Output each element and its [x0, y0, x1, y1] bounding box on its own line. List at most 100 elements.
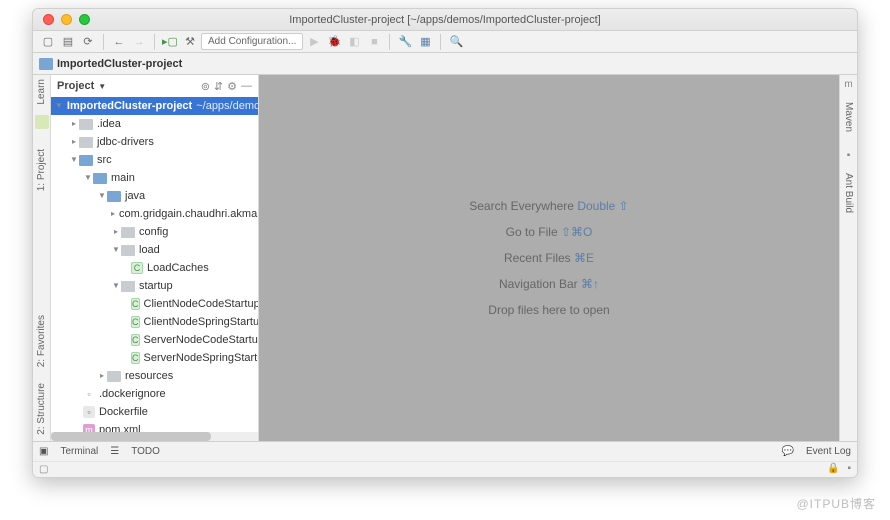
tree-item[interactable]: C ServerNodeSpringStartup — [51, 349, 258, 367]
tree-root-selected[interactable]: ▼ ImportedCluster-project ~/apps/demos/I… — [51, 97, 258, 115]
tree-label: .dockerignore — [99, 385, 166, 403]
breadcrumb-project[interactable]: ImportedCluster-project — [57, 58, 182, 70]
file-icon: ▫ — [83, 406, 95, 418]
tab-todo[interactable]: TODO — [131, 446, 160, 457]
hide-icon[interactable]: — — [241, 80, 252, 92]
learn-icon[interactable] — [35, 115, 49, 129]
tree-item[interactable]: ▸.idea — [51, 115, 258, 133]
main-area: Learn 1: Project Project ▼ ⊚ ⇵ ⚙ — ▼ Imp… — [33, 75, 857, 441]
tree-item[interactable]: ▼main — [51, 169, 258, 187]
event-log-icon[interactable]: 💬 — [782, 446, 794, 457]
search-icon[interactable]: 🔍 — [447, 33, 465, 51]
watermark: @ITPUB博客 — [796, 495, 876, 512]
refresh-icon[interactable]: ⟳ — [79, 33, 97, 51]
tree-item[interactable]: ▫Dockerfile — [51, 403, 258, 421]
separator — [440, 34, 441, 50]
tree-label: main — [111, 169, 135, 187]
wrench-icon[interactable]: 🔧 — [396, 33, 414, 51]
horizontal-scrollbar[interactable] — [51, 432, 258, 441]
tree-item[interactable]: ▼src — [51, 151, 258, 169]
tree-label: java — [125, 187, 145, 205]
tree-item[interactable]: ▫ .dockerignore — [51, 385, 258, 403]
tree-label: LoadCaches — [147, 259, 209, 277]
collapse-icon[interactable]: ⇵ — [214, 80, 223, 93]
build-icon[interactable]: ▸▢ — [161, 33, 179, 51]
gear-icon[interactable]: ⚙ — [227, 80, 237, 93]
folder-icon — [79, 119, 93, 130]
tree-label: config — [139, 223, 168, 241]
package-icon — [121, 245, 135, 256]
tab-event-log[interactable]: Event Log — [806, 446, 851, 457]
tree-label: ClientNodeCodeStartup — [144, 295, 259, 313]
tree-item[interactable]: CServerNodeCodeStartup — [51, 331, 258, 349]
folder-icon — [79, 137, 93, 148]
tool-window-icon[interactable]: ▢ — [39, 464, 48, 475]
maven-icon[interactable]: m — [844, 79, 852, 90]
lock-icon[interactable]: 🔒 — [827, 463, 839, 474]
window-title: ImportedCluster-project [~/apps/demos/Im… — [33, 14, 857, 26]
todo-icon[interactable]: ☰ — [110, 446, 119, 457]
root-path: ~/apps/demos/ImportedCluster-project — [196, 97, 258, 115]
hammer-icon[interactable]: ⚒ — [181, 33, 199, 51]
tree-item[interactable]: ▼startup — [51, 277, 258, 295]
tab-maven[interactable]: Maven — [843, 102, 854, 132]
file-icon: ▫ — [83, 388, 95, 400]
tree-item[interactable]: ▸resources — [51, 367, 258, 385]
class-icon: C — [131, 262, 143, 274]
indicator-icon[interactable]: ▪ — [847, 463, 851, 474]
scrollbar-thumb[interactable] — [51, 432, 211, 441]
run-icon[interactable]: ▶ — [305, 33, 323, 51]
tab-structure[interactable]: 2: Structure — [36, 383, 47, 435]
panel-title[interactable]: Project — [57, 80, 94, 92]
tab-terminal[interactable]: Terminal — [60, 446, 98, 457]
back-icon[interactable]: ← — [110, 33, 128, 51]
tree-label: jdbc-drivers — [97, 133, 154, 151]
tree-item[interactable]: ▼java — [51, 187, 258, 205]
tab-project[interactable]: 1: Project — [36, 149, 47, 191]
tree-item[interactable]: ▸jdbc-drivers — [51, 133, 258, 151]
tab-favorites[interactable]: 2: Favorites — [36, 315, 47, 367]
folder-icon — [107, 191, 121, 202]
open-icon[interactable]: ▢ — [39, 33, 57, 51]
forward-icon[interactable]: → — [130, 33, 148, 51]
tree-item[interactable]: C ClientNodeCodeStartup — [51, 295, 258, 313]
save-icon[interactable]: ▤ — [59, 33, 77, 51]
target-icon[interactable]: ⊚ — [201, 80, 210, 93]
structure-icon[interactable]: ▦ — [416, 33, 434, 51]
tree-label: ServerNodeCodeStartup — [144, 331, 259, 349]
class-icon: C — [131, 352, 140, 364]
tree-item[interactable]: C ClientNodeSpringStartup — [51, 313, 258, 331]
class-icon: C — [131, 316, 140, 328]
tree-label: com.gridgain.chaudhri.akmal.model — [119, 205, 258, 223]
tree-item[interactable]: ▸com.gridgain.chaudhri.akmal.model — [51, 205, 258, 223]
add-configuration-button[interactable]: Add Configuration... — [201, 33, 303, 50]
tab-learn[interactable]: Learn — [36, 79, 47, 105]
coverage-icon[interactable]: ◧ — [345, 33, 363, 51]
tab-ant[interactable]: Ant Build — [843, 173, 854, 213]
terminal-icon[interactable]: ▣ — [39, 446, 48, 457]
folder-icon — [107, 371, 121, 382]
chevron-down-icon[interactable]: ▼ — [98, 82, 106, 91]
editor-empty-state[interactable]: Search Everywhere Double ⇧ Go to File ⇧⌘… — [259, 75, 839, 441]
breadcrumb: ImportedCluster-project — [33, 53, 857, 75]
tree-item[interactable]: C LoadCaches — [51, 259, 258, 277]
tree-label: startup — [139, 277, 173, 295]
package-icon — [121, 227, 135, 238]
package-icon — [121, 281, 135, 292]
debug-icon[interactable]: 🐞 — [325, 33, 343, 51]
tree-label: .idea — [97, 115, 121, 133]
project-tree[interactable]: ▼ ImportedCluster-project ~/apps/demos/I… — [51, 97, 258, 441]
tree-item[interactable]: ▼load — [51, 241, 258, 259]
ant-icon[interactable]: ▪ — [847, 150, 851, 161]
tree-label: ServerNodeSpringStartup — [144, 349, 259, 367]
hint-drop-files: Drop files here to open — [488, 303, 609, 317]
folder-icon — [79, 155, 93, 166]
tree-label: load — [139, 241, 160, 259]
stop-icon[interactable]: ■ — [365, 33, 383, 51]
project-tool-window: Project ▼ ⊚ ⇵ ⚙ — ▼ ImportedCluster-proj… — [51, 75, 259, 441]
class-icon: C — [131, 298, 140, 310]
tree-label: src — [97, 151, 112, 169]
tree-label: ClientNodeSpringStartup — [144, 313, 259, 331]
hint-navigation-bar: Navigation Bar ⌘↑ — [499, 277, 599, 291]
tree-item[interactable]: ▸config — [51, 223, 258, 241]
